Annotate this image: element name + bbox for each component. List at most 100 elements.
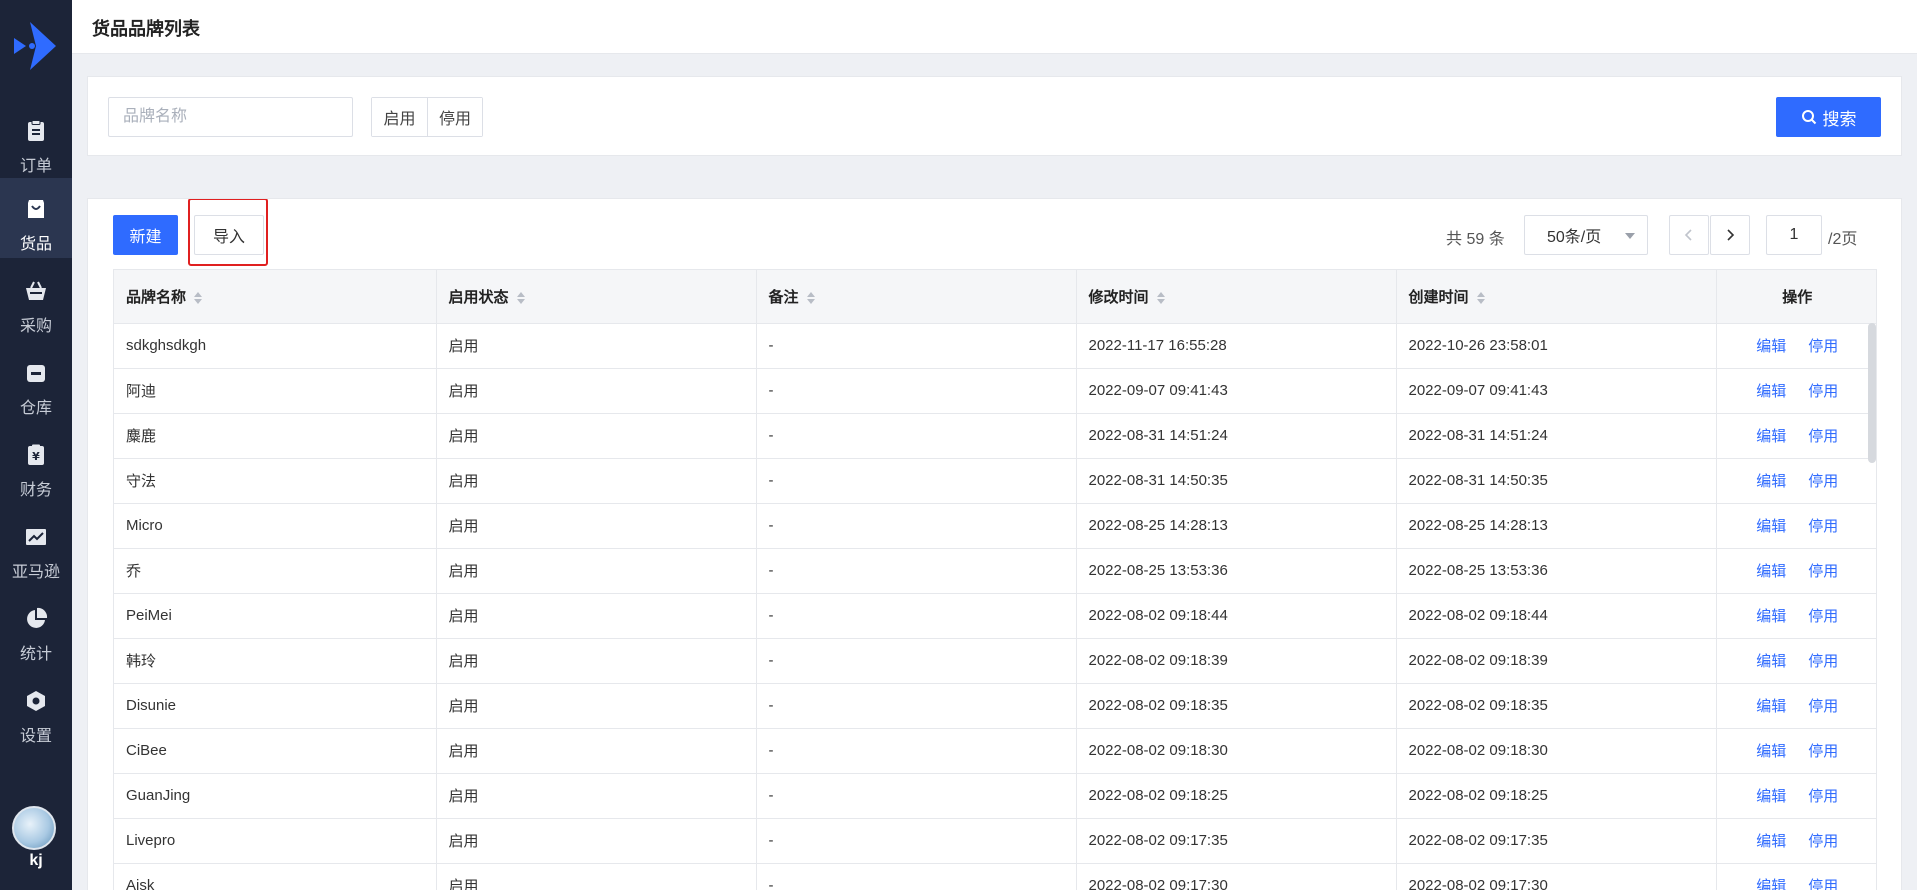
sidebar-item-purchase[interactable]: 采购 [0,260,72,340]
cell-modified-time: 2022-11-17 16:55:28 [1076,323,1397,369]
disable-link[interactable]: 停用 [1808,338,1838,355]
cell-status: 启用 [436,593,757,639]
search-button[interactable]: 搜索 [1776,97,1881,137]
cell-created-time: 2022-08-02 09:18:35 [1396,683,1717,729]
sidebar-item-amazon[interactable]: 亚马逊 [0,506,72,586]
cell-created-time: 2022-10-26 23:58:01 [1396,323,1717,369]
sidebar-item-label: 财务 [19,482,52,499]
edit-link[interactable]: 编辑 [1756,878,1786,890]
sidebar-item-statistics[interactable]: 统计 [0,588,72,668]
cell-brand-name: CiBee [114,728,437,774]
sort-icon[interactable] [1156,291,1165,304]
page-size-select[interactable]: 50条/页 [1524,215,1648,255]
logo-icon[interactable] [12,18,60,74]
cell-brand-name: 韩玲 [114,638,437,684]
sidebar-item-settings[interactable]: 设置 [0,670,72,750]
edit-link[interactable]: 编辑 [1756,518,1786,535]
status-enabled-button[interactable]: 启用 [372,98,427,136]
pie-chart-icon [23,606,49,632]
edit-link[interactable]: 编辑 [1756,653,1786,670]
cell-actions: 编辑 停用 [1716,368,1876,414]
table-row: GuanJing 启用 -2022-08-02 09:18:25 2022-08-02… [114,773,1876,819]
chart-line-icon [23,524,49,550]
sidebar-item-warehouse[interactable]: 仓库 [0,342,72,422]
cell-modified-time: 2022-08-02 09:18:39 [1076,638,1397,684]
cell-note: - [756,728,1077,774]
cell-status: 启用 [436,728,757,774]
column-header-created-time[interactable]: 创建时间 [1396,270,1717,324]
table-row: 乔启用 -2022-08-25 13:53:36 2022-08-25 13:53:… [114,548,1876,594]
edit-link[interactable]: 编辑 [1756,743,1786,760]
brand-name-input[interactable] [108,97,353,137]
disable-link[interactable]: 停用 [1808,428,1838,445]
avatar[interactable] [12,806,56,850]
prev-page-button[interactable] [1669,215,1709,255]
caret-down-icon [1625,233,1635,239]
column-header-brand-name[interactable]: 品牌名称 [114,270,437,324]
edit-link[interactable]: 编辑 [1756,563,1786,580]
sort-icon[interactable] [806,291,815,304]
disable-link[interactable]: 停用 [1808,383,1838,400]
sidebar-item-goods[interactable]: 货品 [0,178,72,258]
disable-link[interactable]: 停用 [1808,878,1838,890]
cell-status: 启用 [436,323,757,369]
edit-link[interactable]: 编辑 [1756,698,1786,715]
edit-link[interactable]: 编辑 [1756,833,1786,850]
cell-created-time: 2022-08-25 13:53:36 [1396,548,1717,594]
cell-actions: 编辑 停用 [1716,458,1876,504]
sidebar-item-finance[interactable]: ¥ 财务 [0,424,72,504]
cell-actions: 编辑 停用 [1716,323,1876,369]
sort-icon[interactable] [1476,291,1485,304]
column-header-status[interactable]: 启用状态 [436,270,757,324]
sidebar-item-label: 统计 [19,646,52,663]
status-disabled-button[interactable]: 停用 [427,98,482,136]
cell-brand-name: 乔 [114,548,437,594]
disable-link[interactable]: 停用 [1808,473,1838,490]
brand-list-panel: 新建 导入 共 59 条 50条/页 1 /2页 品牌名称 启用状态 备注 修改… [87,198,1902,890]
column-header-modified-time[interactable]: 修改时间 [1076,270,1397,324]
cell-created-time: 2022-08-02 09:18:30 [1396,728,1717,774]
column-header-actions: 操作 [1716,270,1876,324]
page-number-input[interactable]: 1 [1766,215,1822,255]
cell-note: - [756,683,1077,729]
edit-link[interactable]: 编辑 [1756,608,1786,625]
cell-modified-time: 2022-08-02 09:17:35 [1076,818,1397,864]
next-page-button[interactable] [1710,215,1750,255]
svg-text:¥: ¥ [32,450,40,463]
cell-brand-name: Micro [114,503,437,549]
edit-link[interactable]: 编辑 [1756,788,1786,805]
disable-link[interactable]: 停用 [1808,608,1838,625]
disable-link[interactable]: 停用 [1808,788,1838,805]
cell-note: - [756,458,1077,504]
sort-icon[interactable] [194,291,203,304]
disable-link[interactable]: 停用 [1808,833,1838,850]
cell-note: - [756,323,1077,369]
cell-status: 启用 [436,683,757,729]
edit-link[interactable]: 编辑 [1756,338,1786,355]
table-scrollbar[interactable] [1868,323,1876,463]
cell-brand-name: Aisk [114,863,437,890]
edit-link[interactable]: 编辑 [1756,428,1786,445]
cell-created-time: 2022-08-02 09:17:30 [1396,863,1717,890]
cell-status: 启用 [436,413,757,459]
cell-status: 启用 [436,863,757,890]
new-button[interactable]: 新建 [113,215,178,255]
filter-panel: 启用 停用 搜索 [87,76,1902,156]
table-row: 麋鹿 启用 -2022-08-31 14:51:24 2022-08-31 14:51… [114,413,1876,459]
cell-created-time: 2022-08-25 14:28:13 [1396,503,1717,549]
disable-link[interactable]: 停用 [1808,563,1838,580]
sidebar-item-label: 订单 [19,158,52,175]
table-row: Disunie 启用 -2022-08-02 09:18:35 2022-08-02 … [114,683,1876,729]
cell-actions: 编辑 停用 [1716,548,1876,594]
edit-link[interactable]: 编辑 [1756,383,1786,400]
cell-modified-time: 2022-08-25 14:28:13 [1076,503,1397,549]
sidebar-item-orders[interactable]: 订单 [0,100,72,180]
disable-link[interactable]: 停用 [1808,743,1838,760]
cell-modified-time: 2022-08-02 09:18:35 [1076,683,1397,729]
edit-link[interactable]: 编辑 [1756,473,1786,490]
disable-link[interactable]: 停用 [1808,653,1838,670]
disable-link[interactable]: 停用 [1808,518,1838,535]
sort-icon[interactable] [516,291,525,304]
disable-link[interactable]: 停用 [1808,698,1838,715]
column-header-note[interactable]: 备注 [756,270,1077,324]
